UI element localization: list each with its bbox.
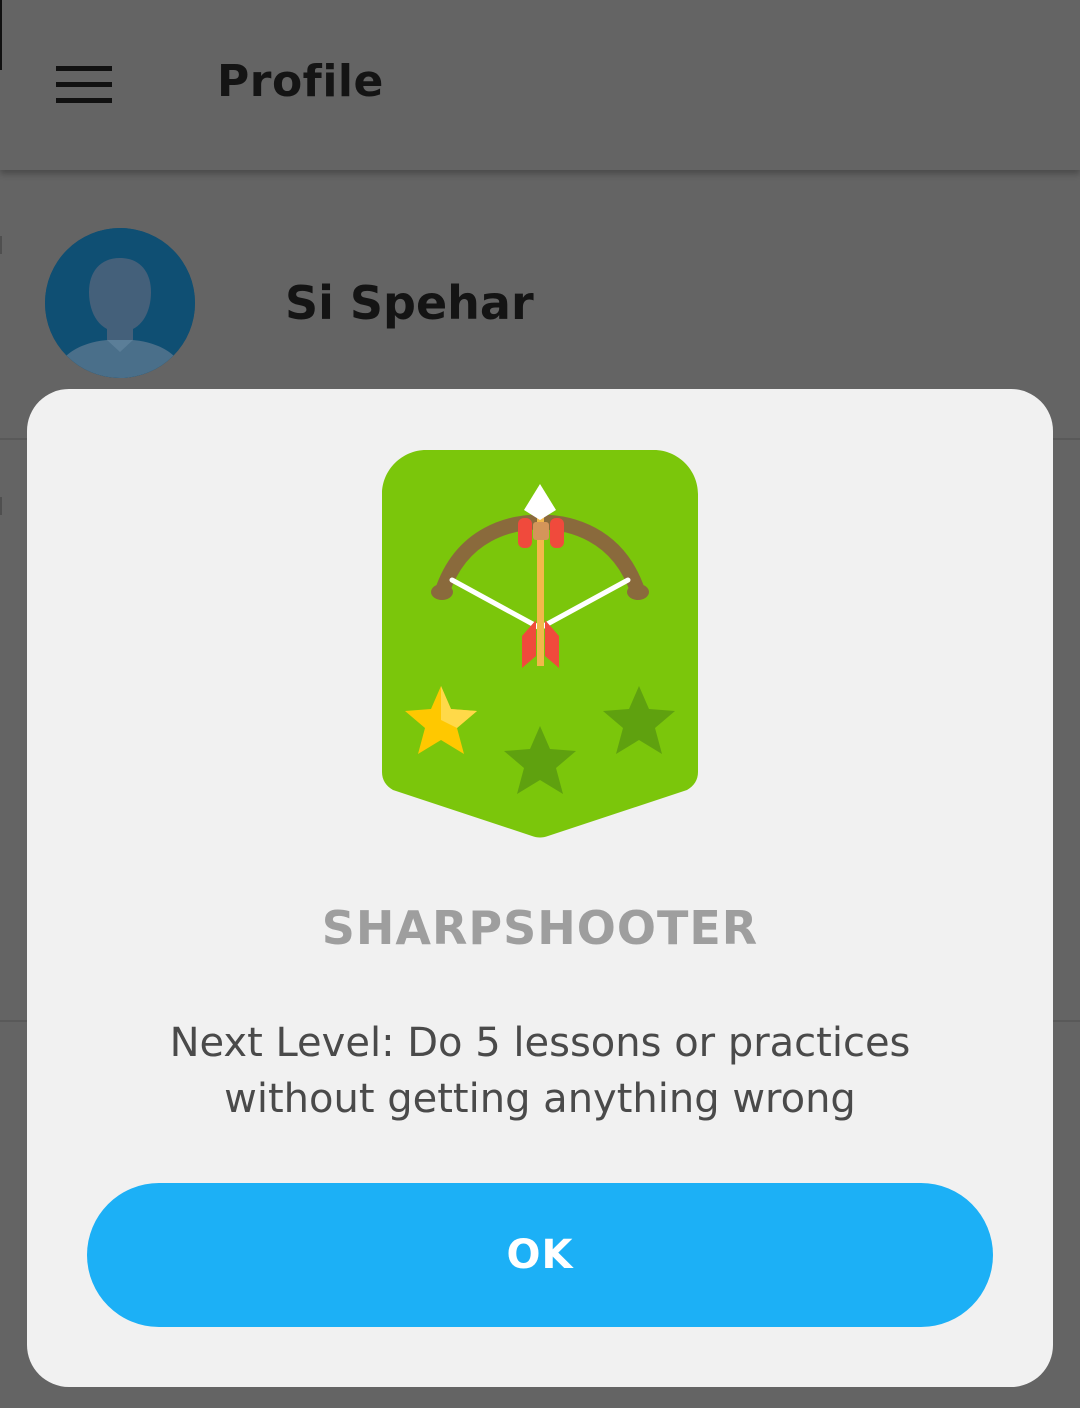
bow-and-arrow-badge-icon: [382, 450, 698, 838]
ok-button[interactable]: OK: [87, 1183, 993, 1327]
default-avatar-icon: [45, 228, 195, 378]
edge-tick: [0, 497, 2, 515]
page-title: Profile: [217, 56, 384, 107]
status-edge-mark: [0, 0, 2, 70]
achievement-description: Next Level: Do 5 lessons or practices wi…: [169, 1020, 911, 1122]
edge-tick: [0, 236, 2, 254]
achievement-title: SHARPSHOOTER: [321, 901, 759, 955]
achievement-dialog: SHARPSHOOTER Next Level: Do 5 lessons or…: [27, 389, 1053, 1387]
user-name: Si Spehar: [285, 276, 534, 330]
avatar[interactable]: [45, 228, 195, 378]
hamburger-menu-icon[interactable]: [56, 66, 112, 104]
app-bar: Profile: [0, 0, 1080, 170]
